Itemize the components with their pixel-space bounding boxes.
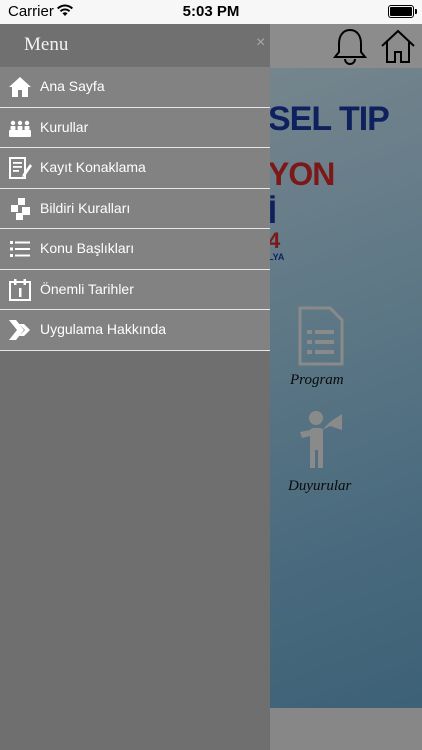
menu-item-label: Konu Başlıkları bbox=[40, 240, 135, 256]
menu-item-label: Uygulama Hakkında bbox=[40, 321, 167, 337]
about-icon bbox=[9, 320, 30, 340]
menu-item-label: Önemli Tarihler bbox=[40, 280, 134, 297]
committee-icon bbox=[9, 120, 31, 137]
menu-item-kurullar[interactable]: Kurullar bbox=[0, 107, 270, 148]
menu-item-label: Kayıt Konaklama bbox=[40, 159, 146, 175]
menu-item-uygulama-hakkinda[interactable]: Uygulama Hakkında bbox=[0, 310, 270, 351]
menu-item-ana-sayfa[interactable]: Ana Sayfa bbox=[0, 67, 270, 108]
menu-item-label: Kurullar bbox=[40, 118, 89, 135]
close-icon[interactable]: × bbox=[256, 34, 265, 52]
list-icon bbox=[10, 241, 30, 257]
side-menu: Menu × Ana Sayfa Kurullar Kayıt Konaklam… bbox=[0, 24, 270, 750]
menu-item-bildiri-kurallari[interactable]: Bildiri Kuralları bbox=[0, 188, 270, 229]
rules-icon bbox=[11, 197, 30, 220]
status-bar: Carrier 5:03 PM bbox=[0, 0, 422, 24]
menu-list: Ana Sayfa Kurullar Kayıt Konaklama Bildi… bbox=[0, 67, 270, 351]
side-menu-header: Menu × bbox=[0, 24, 270, 67]
home-icon bbox=[9, 77, 31, 97]
battery-icon bbox=[388, 5, 417, 18]
clock: 5:03 PM bbox=[182, 3, 240, 20]
menu-item-label: Ana Sayfa bbox=[40, 78, 105, 94]
menu-item-kayit-konaklama[interactable]: Kayıt Konaklama bbox=[0, 148, 270, 189]
menu-item-onemli-tarihler[interactable]: Önemli Tarihler bbox=[0, 269, 270, 310]
calendar-icon bbox=[9, 278, 31, 301]
menu-title: Menu bbox=[24, 34, 69, 55]
menu-item-label: Bildiri Kuralları bbox=[40, 199, 131, 216]
menu-item-konu-basliklari[interactable]: Konu Başlıkları bbox=[0, 229, 270, 270]
registration-icon bbox=[9, 157, 32, 179]
